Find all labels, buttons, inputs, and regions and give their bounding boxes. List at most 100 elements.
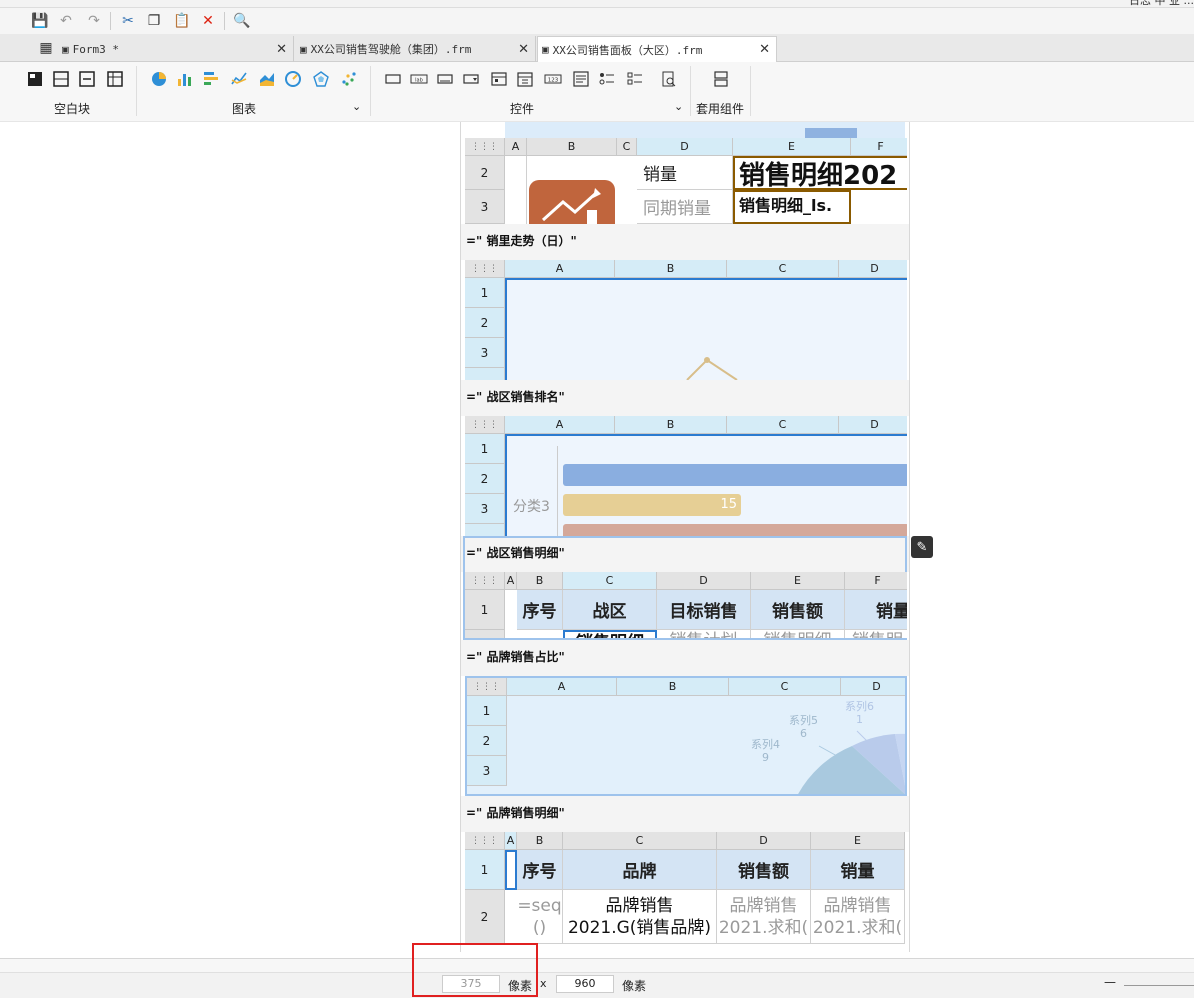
column-header[interactable]: C	[563, 572, 657, 590]
data-cell-target[interactable]: 销售计划	[657, 630, 751, 638]
cut-icon[interactable]: ✂	[118, 12, 138, 30]
absolute-block-icon[interactable]	[26, 70, 44, 88]
column-header[interactable]: A	[505, 832, 517, 850]
data-cell-amount[interactable]: 销售明细	[751, 630, 845, 638]
column-header[interactable]: B	[527, 138, 617, 156]
edit-icon[interactable]: ✎	[911, 536, 933, 558]
detail-small-cell[interactable]: 销售明细_ls.	[733, 190, 851, 224]
paste-icon[interactable]: 📋	[172, 12, 192, 30]
row-header[interactable]: 2	[467, 726, 507, 756]
report-block-icon[interactable]	[106, 70, 124, 88]
data-cell-region[interactable]: 销售明细	[563, 630, 657, 638]
template-component-icon[interactable]	[712, 70, 730, 88]
save-icon[interactable]: 💾	[30, 12, 50, 30]
column-header[interactable]: C	[729, 678, 841, 696]
column-header[interactable]: C	[617, 138, 637, 156]
column-header[interactable]: D	[839, 416, 907, 434]
chevron-down-icon[interactable]: ⌄	[674, 100, 683, 113]
data-cell-qty[interactable]: 销售明	[845, 630, 907, 638]
row-header[interactable]: 1	[465, 434, 505, 464]
line-chart-icon[interactable]	[230, 70, 248, 88]
column-header[interactable]: E	[811, 832, 905, 850]
horizontal-scrollbar[interactable]	[0, 959, 1194, 973]
undo-icon[interactable]: ↶	[56, 12, 76, 30]
delete-icon[interactable]: ✕	[198, 12, 218, 30]
header-cell-target[interactable]: 目标销售	[657, 590, 751, 630]
row-header[interactable]	[465, 630, 505, 638]
number-control-icon[interactable]: 123	[544, 70, 562, 88]
column-header[interactable]: B	[615, 416, 727, 434]
radar-chart-icon[interactable]	[312, 70, 330, 88]
row-header[interactable]: 1	[465, 850, 505, 890]
detail-title-cell[interactable]: 销售明细202	[733, 156, 907, 190]
text-field-icon[interactable]	[436, 70, 454, 88]
date-control-icon[interactable]	[516, 70, 534, 88]
tab-group-cockpit[interactable]: ▣ XX公司销售驾驶舱（集团）.frm ✕	[296, 36, 536, 62]
data-cell-brand[interactable]: 品牌销售2021.G(销售品牌)	[563, 890, 717, 944]
column-header[interactable]: D	[839, 260, 907, 278]
selected-cell[interactable]	[505, 850, 517, 890]
brand-detail-grid[interactable]: ⋮⋮⋮ A B C D E 1 2 序号 品牌 销售额 销量 =seq() 品牌…	[465, 832, 907, 944]
column-header[interactable]: A	[505, 572, 517, 590]
header-cell-qty[interactable]: 销量	[845, 590, 907, 630]
grid-menu-icon[interactable]: ▦	[36, 39, 56, 57]
trend-chart-area[interactable]	[505, 278, 907, 380]
row-header[interactable]	[465, 524, 505, 536]
header-cell-amount[interactable]: 销售额	[751, 590, 845, 630]
horizontal-bar-icon[interactable]	[202, 70, 220, 88]
column-header[interactable]: C	[727, 416, 839, 434]
column-header[interactable]: B	[517, 832, 563, 850]
zoom-slider[interactable]	[1124, 985, 1194, 986]
bar-chart-icon[interactable]	[176, 70, 194, 88]
tab-form3[interactable]: ▣ Form3 * ✕	[58, 36, 294, 62]
column-header[interactable]: A	[507, 678, 617, 696]
row-header[interactable]: 3	[465, 494, 505, 524]
area-chart-icon[interactable]	[258, 70, 276, 88]
row-header[interactable]: 1	[467, 696, 507, 726]
chevron-down-icon[interactable]: ⌄	[352, 100, 361, 113]
redo-icon[interactable]: ↷	[84, 12, 104, 30]
data-cell-qty[interactable]: 品牌销售2021.求和(	[811, 890, 905, 944]
search-query-icon[interactable]	[660, 70, 678, 88]
tree-control-icon[interactable]	[490, 70, 508, 88]
column-header[interactable]: A	[505, 260, 615, 278]
height-input[interactable]: 960	[556, 975, 614, 993]
column-header[interactable]: D	[657, 572, 751, 590]
radio-group-icon[interactable]	[598, 70, 616, 88]
column-header[interactable]: E	[733, 138, 851, 156]
preview-icon[interactable]: 🔍	[232, 12, 252, 30]
row-header[interactable]: 1	[465, 278, 505, 308]
data-cell-seq[interactable]: =seq()	[517, 890, 563, 944]
copy-icon[interactable]: ❐	[144, 12, 164, 30]
header-cell-qty[interactable]: 销量	[811, 850, 905, 890]
data-cell-amount[interactable]: 品牌销售2021.求和(	[717, 890, 811, 944]
zoom-out-button[interactable]: —	[1104, 975, 1116, 989]
close-icon[interactable]: ✕	[276, 42, 287, 57]
row-header[interactable]: 2	[465, 308, 505, 338]
top-kpi-grid[interactable]: ⋮⋮⋮ A B C D E F 2 3 销量 同期销量 销售明细202 销售明细…	[465, 138, 907, 224]
trend-chart-grid[interactable]: ⋮⋮⋮ A B C D 1 2 3	[465, 260, 907, 380]
rank-chart-area[interactable]: 15 分类3	[505, 434, 907, 536]
column-header[interactable]: C	[727, 260, 839, 278]
region-detail-grid[interactable]: ⋮⋮⋮ A B C D E F 1 序号 战区 目标销售 销售额 销量 销售明细…	[465, 572, 907, 638]
mobile-form-canvas[interactable]: ⋮⋮⋮ A B C D E F 2 3 销量 同期销量 销售明细202 销售明细…	[460, 122, 910, 952]
column-header[interactable]: B	[617, 678, 729, 696]
row-header[interactable]: 2	[465, 464, 505, 494]
gauge-chart-icon[interactable]	[284, 70, 302, 88]
column-header[interactable]: A	[505, 138, 527, 156]
checkbox-group-icon[interactable]	[626, 70, 644, 88]
column-header[interactable]: B	[517, 572, 563, 590]
dropdown-control-icon[interactable]	[462, 70, 480, 88]
tab-region-panel[interactable]: ▣ XX公司销售面板（大区）.frm ✕	[537, 36, 777, 62]
row-header[interactable]: 3	[465, 190, 505, 224]
row-header[interactable]: 3	[467, 756, 507, 786]
column-header[interactable]: D	[717, 832, 811, 850]
tab-block-icon[interactable]	[78, 70, 96, 88]
row-header[interactable]	[465, 368, 505, 380]
close-icon[interactable]: ✕	[518, 42, 529, 57]
column-header[interactable]: D	[841, 678, 905, 696]
layout-block-icon[interactable]	[52, 70, 70, 88]
textarea-control-icon[interactable]	[572, 70, 590, 88]
brand-share-grid[interactable]: ⋮⋮⋮ A B C D 1 2 3 系列4 9 系列5 6 系列6 1	[465, 676, 907, 796]
button-control-icon[interactable]	[384, 70, 402, 88]
